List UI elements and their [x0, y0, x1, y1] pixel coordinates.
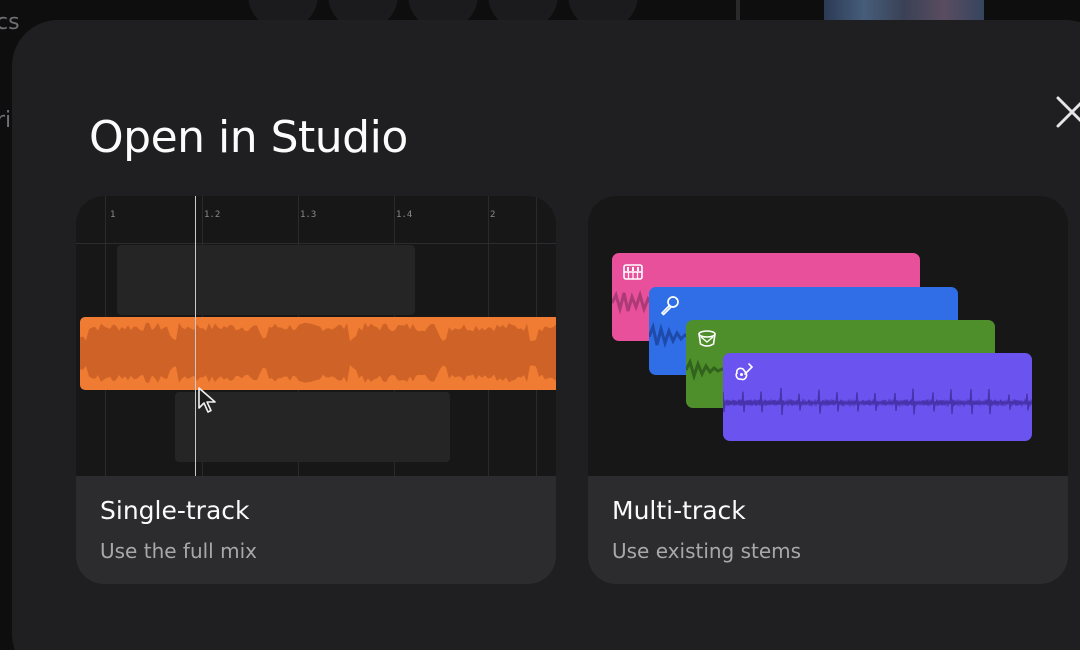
close-button[interactable] — [1052, 92, 1080, 132]
guitar-icon — [735, 363, 754, 381]
keyboard-icon — [623, 264, 643, 280]
playhead — [195, 196, 196, 476]
single-track-option[interactable]: 1 1.2 1.3 1.4 2 Single-track Use the ful… — [76, 196, 556, 584]
stem-waveform — [723, 387, 1032, 416]
option-title: Multi-track — [612, 496, 746, 525]
waveform-shape — [723, 387, 1032, 416]
option-subtitle: Use existing stems — [612, 539, 802, 563]
stem-guitar — [723, 353, 1032, 441]
bg-sidebar-text: ri — [0, 108, 12, 133]
drum-icon — [698, 330, 716, 347]
ruler-tick: 1 — [110, 210, 116, 220]
modal-title: Open in Studio — [89, 112, 408, 163]
bg-sidebar-text: cs — [0, 10, 20, 35]
option-subtitle: Use the full mix — [100, 539, 257, 563]
mouse-pointer-icon — [198, 387, 216, 413]
ruler-tick: 1.4 — [396, 210, 413, 220]
ruler-tick: 1.2 — [204, 210, 221, 220]
ghost-clip — [117, 245, 415, 315]
ruler-tick: 1.3 — [300, 210, 317, 220]
close-icon — [1056, 96, 1080, 128]
microphone-icon — [661, 296, 679, 316]
full-mix-waveform — [80, 317, 556, 390]
multi-track-option[interactable]: Multi-track Use existing stems — [588, 196, 1068, 584]
single-track-preview: 1 1.2 1.3 1.4 2 — [76, 196, 556, 476]
waveform-graphic — [80, 322, 556, 383]
multi-track-preview — [588, 196, 1068, 476]
ruler-tick: 2 — [490, 210, 496, 220]
bg-album-thumbnail — [824, 0, 984, 22]
waveform-shape — [80, 322, 556, 383]
timeline-ruler: 1 1.2 1.3 1.4 2 — [76, 196, 556, 244]
bg-divider — [736, 0, 740, 20]
option-title: Single-track — [100, 496, 250, 525]
